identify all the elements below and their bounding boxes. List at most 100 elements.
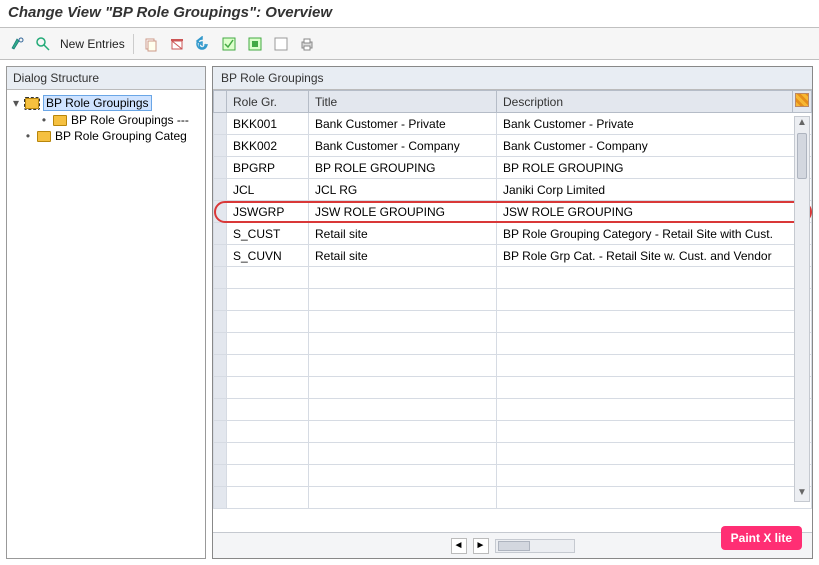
row-selector[interactable] — [214, 179, 227, 201]
scroll-up-icon[interactable]: ▲ — [797, 117, 807, 131]
cell-description[interactable]: BP Role Grp Cat. - Retail Site w. Cust. … — [497, 245, 812, 267]
table-row[interactable]: BKK002Bank Customer - CompanyBank Custom… — [214, 135, 812, 157]
table-row-empty[interactable] — [214, 421, 812, 443]
row-selector[interactable] — [214, 289, 227, 311]
column-header-description[interactable]: Description — [497, 91, 793, 113]
table-row-empty[interactable] — [214, 311, 812, 333]
scroll-left-button[interactable]: ◄ — [451, 538, 467, 554]
expander-icon[interactable]: ▾ — [11, 96, 21, 110]
table-row-empty[interactable] — [214, 487, 812, 509]
folder-icon — [37, 131, 51, 142]
row-selector[interactable] — [214, 355, 227, 377]
row-selector[interactable] — [214, 443, 227, 465]
toolbar-separator — [133, 34, 134, 54]
table-row-empty[interactable] — [214, 377, 812, 399]
table-row[interactable]: S_CUSTRetail siteBP Role Grouping Catego… — [214, 223, 812, 245]
cell-description[interactable]: Janiki Corp Limited — [497, 179, 812, 201]
cell-role-gr[interactable]: BPGRP — [227, 157, 309, 179]
find-icon[interactable] — [34, 35, 52, 53]
row-selector[interactable] — [214, 377, 227, 399]
toggle-change-icon[interactable] — [8, 35, 26, 53]
table-row-empty[interactable] — [214, 333, 812, 355]
row-selector[interactable] — [214, 487, 227, 509]
undo-icon[interactable] — [194, 35, 212, 53]
tree-node-label: BP Role Groupings --- — [71, 113, 189, 127]
column-header-title[interactable]: Title — [309, 91, 497, 113]
cell-description[interactable]: Bank Customer - Private — [497, 113, 812, 135]
table-row-empty[interactable] — [214, 465, 812, 487]
cell-description[interactable]: BP Role Grouping Category - Retail Site … — [497, 223, 812, 245]
new-entries-button[interactable]: New Entries — [60, 37, 125, 51]
cell-title[interactable]: JSW ROLE GROUPING — [309, 201, 497, 223]
table-row-empty[interactable] — [214, 289, 812, 311]
cell-description[interactable]: Bank Customer - Company — [497, 135, 812, 157]
cell-role-gr[interactable]: JSWGRP — [227, 201, 309, 223]
column-header-role-gr[interactable]: Role Gr. — [227, 91, 309, 113]
delete-icon[interactable] — [168, 35, 186, 53]
row-selector[interactable] — [214, 333, 227, 355]
page-title: Change View "BP Role Groupings": Overvie… — [0, 0, 819, 28]
sidebar-title: Dialog Structure — [7, 67, 205, 90]
tree-node-bp-role-groupings[interactable]: ▾ BP Role Groupings — [9, 94, 203, 112]
cell-title[interactable]: Bank Customer - Private — [309, 113, 497, 135]
vertical-scrollbar[interactable]: ▲ ▼ — [794, 116, 810, 502]
paint-x-lite-badge: Paint X lite — [721, 526, 802, 550]
tree-node-bp-role-groupings-sub[interactable]: • BP Role Groupings --- — [9, 112, 203, 128]
expander-icon[interactable]: • — [23, 129, 33, 143]
cell-role-gr[interactable]: BKK002 — [227, 135, 309, 157]
cell-title[interactable]: Retail site — [309, 245, 497, 267]
tree-node-label: BP Role Groupings — [43, 95, 152, 111]
cell-title[interactable]: BP ROLE GROUPING — [309, 157, 497, 179]
row-selector[interactable] — [214, 135, 227, 157]
hscroll-thumb[interactable] — [498, 541, 530, 551]
cell-role-gr[interactable]: S_CUST — [227, 223, 309, 245]
content-panel: BP Role Groupings Role Gr. Title Descrip… — [212, 66, 813, 559]
row-selector[interactable] — [214, 223, 227, 245]
table-row[interactable]: JCLJCL RGJaniki Corp Limited — [214, 179, 812, 201]
row-selector[interactable] — [214, 465, 227, 487]
cell-role-gr[interactable]: BKK001 — [227, 113, 309, 135]
table-row-empty[interactable] — [214, 443, 812, 465]
row-selector[interactable] — [214, 157, 227, 179]
cell-title[interactable]: Bank Customer - Company — [309, 135, 497, 157]
table-row[interactable]: BPGRPBP ROLE GROUPINGBP ROLE GROUPING — [214, 157, 812, 179]
cell-description[interactable]: JSW ROLE GROUPING — [497, 201, 812, 223]
table-row[interactable]: JSWGRPJSW ROLE GROUPINGJSW ROLE GROUPING — [214, 201, 812, 223]
cell-description[interactable]: BP ROLE GROUPING — [497, 157, 812, 179]
tree-node-bp-role-grouping-categ[interactable]: • BP Role Grouping Categ — [9, 128, 203, 144]
scroll-thumb[interactable] — [797, 133, 807, 179]
tree: ▾ BP Role Groupings • BP Role Groupings … — [7, 90, 205, 148]
select-all-icon[interactable] — [220, 35, 238, 53]
scroll-right-button[interactable]: ► — [473, 538, 489, 554]
table-row-empty[interactable] — [214, 355, 812, 377]
table-row-empty[interactable] — [214, 399, 812, 421]
toolbar: New Entries — [0, 28, 819, 60]
table-settings-icon[interactable] — [795, 93, 809, 107]
row-selector[interactable] — [214, 267, 227, 289]
deselect-all-icon[interactable] — [272, 35, 290, 53]
cell-title[interactable]: JCL RG — [309, 179, 497, 201]
column-config-button[interactable] — [793, 91, 812, 113]
row-selector[interactable] — [214, 201, 227, 223]
row-selector-header[interactable] — [214, 91, 227, 113]
cell-role-gr[interactable]: JCL — [227, 179, 309, 201]
cell-role-gr[interactable]: S_CUVN — [227, 245, 309, 267]
table-row[interactable]: S_CUVNRetail siteBP Role Grp Cat. - Reta… — [214, 245, 812, 267]
bp-role-groupings-table: Role Gr. Title Description BKK001Bank Cu… — [213, 90, 812, 509]
print-icon[interactable] — [298, 35, 316, 53]
cell-title[interactable]: Retail site — [309, 223, 497, 245]
select-block-icon[interactable] — [246, 35, 264, 53]
row-selector[interactable] — [214, 311, 227, 333]
horizontal-scrollbar[interactable] — [495, 539, 575, 553]
table-row[interactable]: BKK001Bank Customer - PrivateBank Custom… — [214, 113, 812, 135]
copy-as-icon[interactable] — [142, 35, 160, 53]
folder-icon — [25, 98, 39, 109]
table-row-empty[interactable] — [214, 267, 812, 289]
scroll-down-icon[interactable]: ▼ — [797, 487, 807, 501]
row-selector[interactable] — [214, 245, 227, 267]
row-selector[interactable] — [214, 113, 227, 135]
row-selector[interactable] — [214, 421, 227, 443]
expander-icon[interactable]: • — [39, 113, 49, 127]
folder-icon — [53, 115, 67, 126]
row-selector[interactable] — [214, 399, 227, 421]
